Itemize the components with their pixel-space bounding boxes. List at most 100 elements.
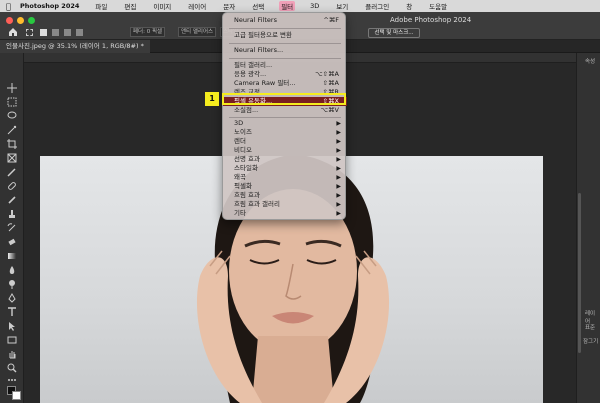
move-tool-icon[interactable] xyxy=(7,83,17,93)
menu-item-adaptive-wide-angle[interactable]: 응용 광각... ⌥⇧⌘A xyxy=(223,70,347,79)
frame-tool-icon[interactable] xyxy=(7,153,17,163)
menu-file[interactable]: 파일 xyxy=(93,1,109,11)
panel-scrollbar[interactable] xyxy=(578,193,581,353)
menu-item-neural-filters-last[interactable]: Neural Filters ^⌘F xyxy=(223,16,347,25)
menu-item-label: 3D xyxy=(234,119,244,127)
zoom-tool-icon[interactable] xyxy=(7,363,17,373)
edit-toolbar-icon[interactable] xyxy=(7,375,17,385)
submenu-3d[interactable]: 3D ▶ xyxy=(223,119,347,128)
menu-image[interactable]: 이미지 xyxy=(151,1,173,11)
zoom-window-button[interactable] xyxy=(28,17,35,24)
submenu-blur[interactable]: 흐림 효과 ▶ xyxy=(223,191,347,200)
magic-wand-tool-icon[interactable] xyxy=(7,125,17,135)
menu-edit[interactable]: 편집 xyxy=(122,1,138,11)
new-selection-icon[interactable] xyxy=(40,29,47,36)
type-tool-icon[interactable] xyxy=(7,307,17,317)
mac-menu-bar:  Photoshop 2024 파일 편집 이미지 레이어 문자 선택 필터 … xyxy=(0,0,600,12)
menu-separator xyxy=(229,28,341,29)
path-selection-tool-icon[interactable] xyxy=(7,321,17,331)
menu-help[interactable]: 도움말 xyxy=(427,1,449,11)
minimize-window-button[interactable] xyxy=(17,17,24,24)
eyedropper-tool-icon[interactable] xyxy=(7,167,17,177)
menu-item-vanishing-point[interactable]: 소실점... ⌥⌘V xyxy=(223,106,347,115)
apple-icon[interactable]:  xyxy=(6,2,16,11)
submenu-render[interactable]: 렌더 ▶ xyxy=(223,137,347,146)
submenu-other[interactable]: 기타 ▶ xyxy=(223,209,347,218)
select-and-mask-button[interactable]: 선택 및 마스크... xyxy=(368,28,420,38)
menu-item-label: 비디오 xyxy=(234,146,252,154)
chevron-right-icon: ▶ xyxy=(336,147,341,154)
menu-item-label: 응용 광각... xyxy=(234,70,267,78)
chevron-right-icon: ▶ xyxy=(336,120,341,127)
submenu-sharpen[interactable]: 선명 효과 ▶ xyxy=(223,155,347,164)
submenu-noise[interactable]: 노이즈 ▶ xyxy=(223,128,347,137)
submenu-stylize[interactable]: 스타일화 ▶ xyxy=(223,164,347,173)
submenu-pixelate[interactable]: 픽셀화 ▶ xyxy=(223,182,347,191)
submenu-blur-gallery[interactable]: 흐림 효과 갤러리 ▶ xyxy=(223,200,347,209)
chevron-right-icon: ▶ xyxy=(336,210,341,217)
menu-separator xyxy=(229,43,341,44)
filter-menu-dropdown: Neural Filters ^⌘F 고급 필터용으로 변환 Neural Fi… xyxy=(222,12,347,220)
blend-mode-select[interactable]: 표준 xyxy=(585,323,595,331)
annotation-step-number: 1 xyxy=(205,92,219,106)
submenu-distort[interactable]: 왜곡 ▶ xyxy=(223,173,347,182)
pen-tool-icon[interactable] xyxy=(7,293,17,303)
app-name[interactable]: Photoshop 2024 xyxy=(20,2,79,10)
menu-view[interactable]: 보기 xyxy=(334,1,350,11)
properties-panel-label[interactable]: 속성 xyxy=(585,57,595,65)
chevron-right-icon: ▶ xyxy=(336,174,341,181)
blur-tool-icon[interactable] xyxy=(7,265,17,275)
menu-item-label: 렌더 xyxy=(234,137,246,145)
lasso-tool-icon[interactable] xyxy=(7,111,17,121)
marquee-tool-preset-icon[interactable] xyxy=(26,29,33,36)
menu-item-shortcut: ⇧⌘A xyxy=(322,79,339,87)
window-title: Adobe Photoshop 2024 xyxy=(390,16,472,24)
rectangle-tool-icon[interactable] xyxy=(7,335,17,345)
feather-field[interactable]: 페더: 0 픽셀 xyxy=(130,27,166,37)
dodge-tool-icon[interactable] xyxy=(7,279,17,289)
brush-tool-icon[interactable] xyxy=(7,195,17,205)
menu-item-label: 픽셀화 xyxy=(234,182,252,190)
hand-tool-icon[interactable] xyxy=(7,349,17,359)
menu-item-label: 노이즈 xyxy=(234,128,252,136)
marquee-tool-icon[interactable] xyxy=(7,97,17,107)
close-window-button[interactable] xyxy=(6,17,13,24)
menu-item-filter-gallery[interactable]: 필터 갤러리... xyxy=(223,61,347,70)
intersect-selection-icon[interactable] xyxy=(76,29,83,36)
submenu-video[interactable]: 비디오 ▶ xyxy=(223,146,347,155)
annotation-highlight-box xyxy=(222,93,346,105)
menu-item-label: 흐림 효과 xyxy=(234,191,260,199)
menu-item-label: 기타 xyxy=(234,209,246,217)
add-selection-icon[interactable] xyxy=(52,29,59,36)
menu-select[interactable]: 선택 xyxy=(250,1,266,11)
home-icon[interactable] xyxy=(8,27,18,37)
menu-item-label: 필터 갤러리... xyxy=(234,61,273,69)
selection-mode-buttons xyxy=(40,29,100,37)
menu-item-neural-filters[interactable]: Neural Filters... xyxy=(223,46,347,55)
menu-item-label: 스타일화 xyxy=(234,164,258,172)
menu-item-convert-smart-filters[interactable]: 고급 필터용으로 변환 xyxy=(223,31,347,40)
menu-filter[interactable]: 필터 xyxy=(279,1,296,11)
eraser-tool-icon[interactable] xyxy=(7,237,17,247)
menu-item-camera-raw-filter[interactable]: Camera Raw 필터... ⇧⌘A xyxy=(223,79,347,88)
lock-label: 잠그기 xyxy=(583,339,599,345)
crop-tool-icon[interactable] xyxy=(7,139,17,149)
menu-plugins[interactable]: 플러그인 xyxy=(363,1,391,11)
document-tab[interactable]: 인물사진.jpeg @ 35.1% (레이어 1, RGB/8#) * xyxy=(0,40,150,53)
menu-layer[interactable]: 레이어 xyxy=(186,1,208,11)
gradient-tool-icon[interactable] xyxy=(7,251,17,261)
antialias-checkbox[interactable]: 앤티 앨리어스 xyxy=(178,27,217,37)
history-brush-tool-icon[interactable] xyxy=(7,223,17,233)
menu-type[interactable]: 문자 xyxy=(221,1,237,11)
chevron-right-icon: ▶ xyxy=(336,156,341,163)
menu-item-shortcut: ^⌘F xyxy=(323,16,339,24)
menu-window[interactable]: 창 xyxy=(404,1,414,11)
tools-panel xyxy=(0,53,24,403)
background-color-swatch[interactable] xyxy=(12,391,21,400)
menu-3d[interactable]: 3D xyxy=(308,2,321,10)
right-panels: 속성 레이어 표준 잠그기 xyxy=(576,53,600,403)
chevron-right-icon: ▶ xyxy=(336,138,341,145)
subtract-selection-icon[interactable] xyxy=(64,29,71,36)
stamp-tool-icon[interactable] xyxy=(7,209,17,219)
healing-brush-tool-icon[interactable] xyxy=(7,181,17,191)
